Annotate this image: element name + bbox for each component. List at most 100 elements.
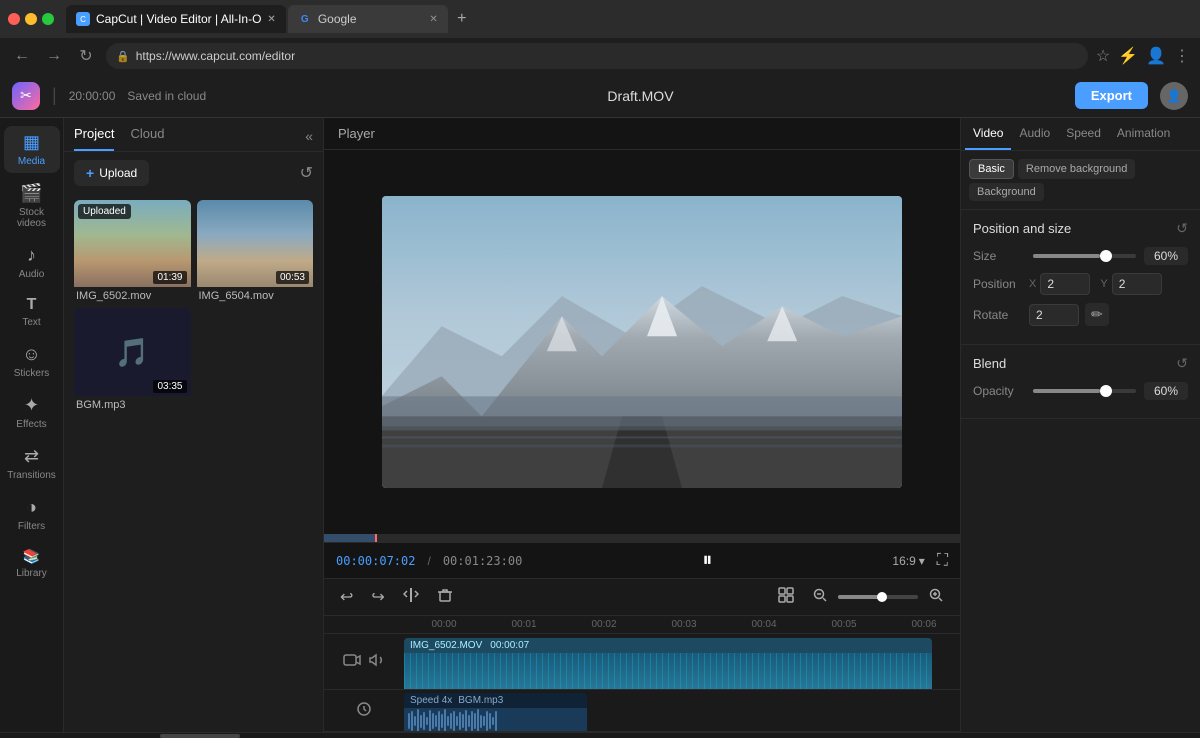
timeline-progress-fill — [324, 534, 375, 542]
aspect-ratio-dropdown-icon: ▾ — [919, 554, 925, 568]
rp-tab-audio[interactable]: Audio — [1011, 118, 1058, 150]
user-avatar[interactable]: 👤 — [1160, 82, 1188, 110]
scrollbar-thumb[interactable] — [160, 734, 240, 738]
center-column: Player — [324, 118, 960, 732]
capcut-tab-close[interactable]: ✕ — [267, 14, 275, 25]
media-grid: 01:39 IMG_6502.mov 00:53 IMG_6504.mov 🎵 — [64, 194, 323, 417]
app: ✂ | 20:00:00 Saved in cloud Draft.MOV Ex… — [0, 74, 1200, 732]
sidebar-label-stickers: Stickers — [14, 368, 50, 379]
sidebar-label-stock: Stock videos — [8, 207, 56, 229]
zoom-slider[interactable] — [838, 595, 918, 599]
player-video — [382, 196, 902, 489]
sidebar-item-effects[interactable]: ✦ Effects — [4, 389, 60, 436]
forward-button[interactable]: → — [42, 44, 66, 68]
close-window-btn[interactable] — [8, 13, 20, 25]
tab-project[interactable]: Project — [74, 126, 114, 151]
sidebar-item-stickers[interactable]: ☺ Stickers — [4, 338, 60, 385]
undo-button[interactable]: ↩ — [334, 583, 359, 611]
rp-tab-speed[interactable]: Speed — [1058, 118, 1109, 150]
opacity-slider-fill — [1033, 389, 1100, 393]
blend-reset-btn[interactable]: ↺ — [1176, 355, 1188, 372]
address-bar-row: ← → ↻ 🔒 https://www.capcut.com/editor ☆ … — [0, 38, 1200, 74]
rp-tab-animation[interactable]: Animation — [1109, 118, 1178, 150]
library-icon: 📚 — [23, 548, 40, 565]
new-tab-button[interactable]: + — [450, 7, 474, 31]
sidebar-item-text[interactable]: T Text — [4, 290, 60, 334]
extensions-button[interactable]: ⚡ — [1118, 46, 1138, 66]
ruler-mark-6: 00:06 — [884, 619, 960, 630]
delete-button[interactable] — [431, 583, 459, 612]
media-icon: ▦ — [23, 132, 40, 153]
refresh-media-button[interactable]: ↺ — [300, 163, 313, 183]
aspect-ratio-label: 16:9 — [892, 554, 915, 568]
player-area: Player — [324, 118, 960, 578]
play-pause-icon: ⏸ — [702, 549, 712, 572]
maximize-window-btn[interactable] — [42, 13, 54, 25]
upload-plus-icon: + — [86, 165, 94, 181]
blend-section: Blend ↺ Opacity 60% — [961, 345, 1200, 419]
redo-button[interactable]: ↪ — [365, 583, 390, 611]
media-panel: Project Cloud « + Upload ↺ 01:39 — [64, 118, 324, 732]
timeline-progress-bar[interactable] — [324, 534, 960, 542]
tab-cloud[interactable]: Cloud — [130, 126, 164, 151]
browser-tab-capcut[interactable]: C CapCut | Video Editor | All-In-O ✕ — [66, 5, 286, 33]
zoom-in-button[interactable] — [922, 583, 950, 612]
audio-waveform — [404, 708, 587, 731]
audio-track-content[interactable]: Speed 4x BGM.mp3 — [404, 690, 960, 731]
sidebar-item-library[interactable]: 📚 Library — [4, 542, 60, 585]
position-size-reset-btn[interactable]: ↺ — [1176, 220, 1188, 237]
media-item-bgm[interactable]: 🎵 03:35 BGM.mp3 — [74, 308, 191, 410]
upload-label: Upload — [99, 166, 137, 180]
rp-sub-tab-background[interactable]: Background — [969, 183, 1044, 201]
rotate-reset-btn[interactable]: ✏ — [1085, 303, 1109, 326]
play-pause-button[interactable]: ⏸ — [702, 549, 712, 572]
audio-track: Speed 4x BGM.mp3 — [324, 690, 960, 732]
size-value[interactable]: 60% — [1144, 247, 1188, 265]
sidebar-item-media[interactable]: ▦ Media — [4, 126, 60, 173]
address-bar[interactable]: 🔒 https://www.capcut.com/editor — [106, 43, 1088, 69]
zoom-in-icon — [928, 587, 944, 603]
position-x-input[interactable] — [1040, 273, 1090, 295]
rp-tab-video[interactable]: Video — [965, 118, 1011, 150]
google-tab-close[interactable]: ✕ — [429, 14, 437, 25]
audio-clip[interactable]: Speed 4x BGM.mp3 — [404, 693, 587, 731]
media-item-img6504[interactable]: 00:53 IMG_6504.mov — [197, 200, 314, 302]
size-slider[interactable] — [1033, 254, 1136, 258]
media-item-img6502[interactable]: 01:39 IMG_6502.mov — [74, 200, 191, 302]
rotate-input[interactable] — [1029, 304, 1079, 326]
sidebar-item-filters[interactable]: ◑ Filters — [4, 491, 60, 538]
opacity-label: Opacity — [973, 384, 1033, 398]
fullscreen-button[interactable]: ⛶ — [937, 552, 948, 570]
panel-collapse-button[interactable]: « — [305, 128, 313, 144]
refresh-button[interactable]: ↻ — [74, 44, 98, 68]
sidebar-item-transitions[interactable]: ⇄ Transitions — [4, 440, 60, 487]
export-button[interactable]: Export — [1075, 82, 1148, 109]
audio-track-btn[interactable] — [356, 701, 372, 720]
rp-sub-tab-basic[interactable]: Basic — [969, 159, 1014, 179]
video-clip[interactable]: IMG_6502.MOV 00:00:07 — [404, 638, 932, 689]
back-button[interactable]: ← — [10, 44, 34, 68]
rp-sub-tab-remove-bg[interactable]: Remove background — [1018, 159, 1136, 179]
lock-icon: 🔒 — [116, 50, 130, 63]
opacity-value[interactable]: 60% — [1144, 382, 1188, 400]
video-track-audio-btn[interactable] — [369, 652, 385, 671]
player-controls: 00:00:07:02 / 00:01:23:00 ⏸ 16:9 ▾ ⛶ — [324, 542, 960, 578]
aspect-ratio-button[interactable]: 16:9 ▾ — [892, 554, 924, 568]
upload-button[interactable]: + Upload — [74, 160, 149, 186]
opacity-slider[interactable] — [1033, 389, 1136, 393]
browser-tab-google[interactable]: G Google ✕ — [288, 5, 448, 33]
video-track-camera-btn[interactable] — [343, 653, 361, 670]
minimize-window-btn[interactable] — [25, 13, 37, 25]
profile-button[interactable]: 👤 — [1146, 46, 1166, 66]
zoom-out-button[interactable] — [806, 583, 834, 612]
timeline-ruler: 00:00 00:01 00:02 00:03 00:04 00:05 00:0… — [324, 616, 960, 634]
split-button[interactable] — [397, 583, 425, 612]
mosaic-button[interactable] — [772, 583, 800, 612]
sidebar-item-audio[interactable]: ♪ Audio — [4, 239, 60, 286]
media-duration-bgm: 03:35 — [153, 380, 186, 393]
video-track-content[interactable]: IMG_6502.MOV 00:00:07 — [404, 634, 960, 689]
sidebar-item-stock-videos[interactable]: 🎬 Stock videos — [4, 177, 60, 235]
position-y-input[interactable] — [1112, 273, 1162, 295]
bookmark-button[interactable]: ☆ — [1096, 46, 1110, 66]
menu-button[interactable]: ⋮ — [1174, 46, 1190, 66]
